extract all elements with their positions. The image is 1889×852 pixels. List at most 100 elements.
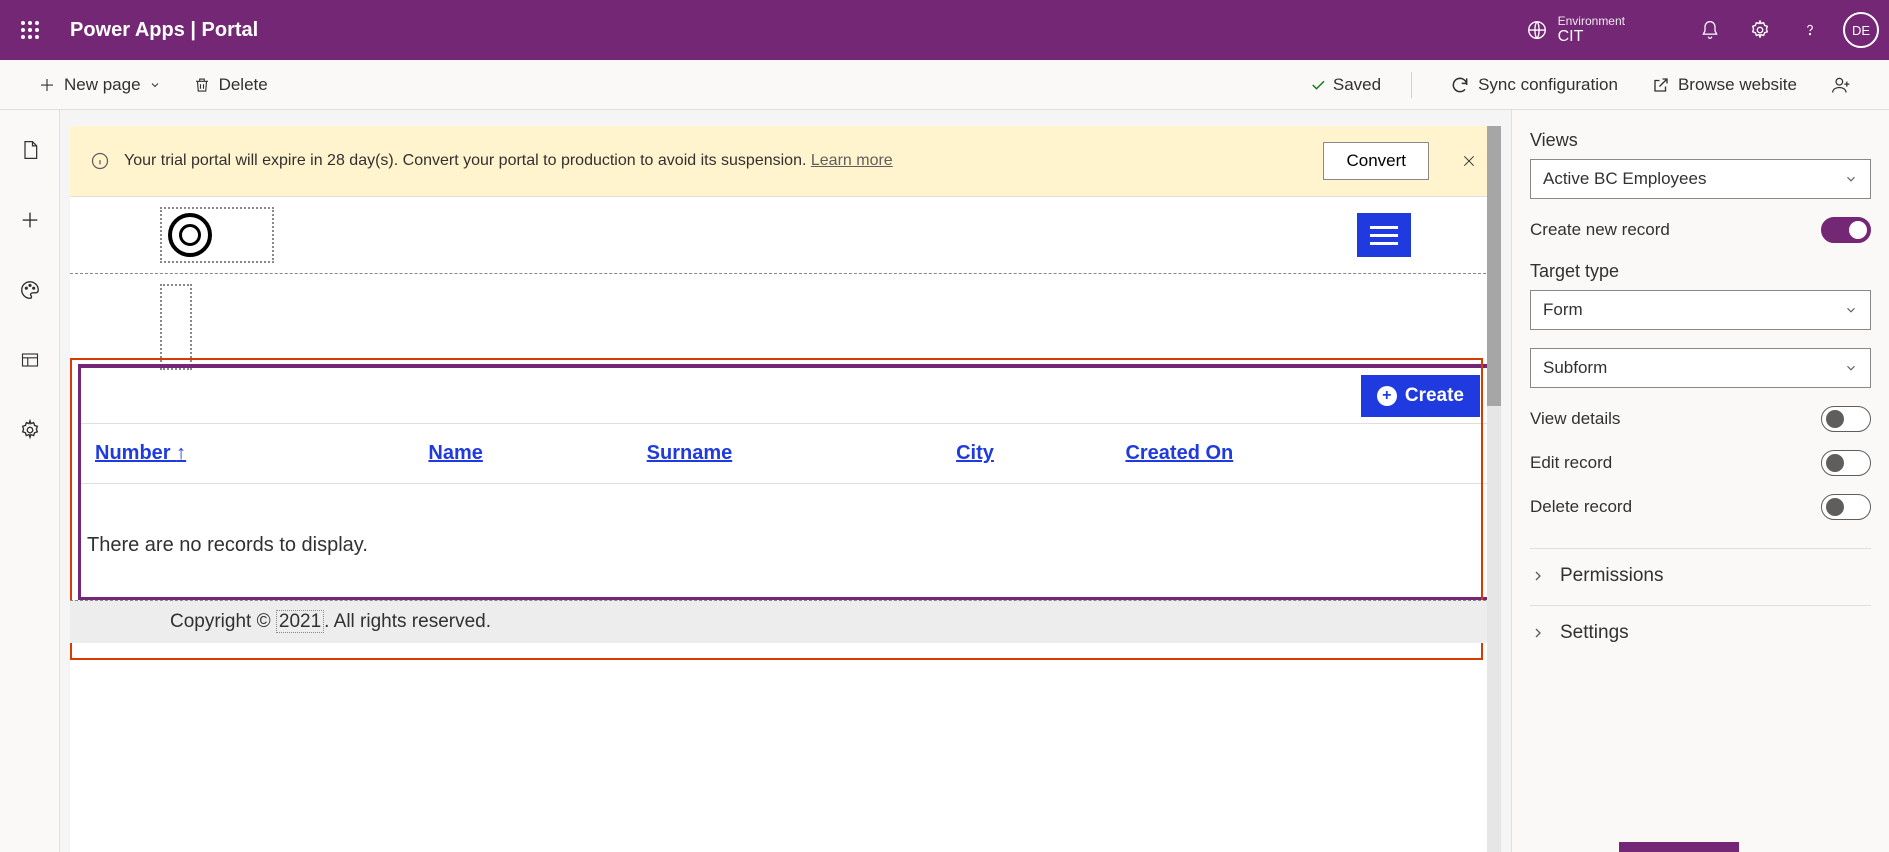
settings-accordion[interactable]: Settings	[1530, 605, 1871, 644]
subform-value: Subform	[1543, 358, 1607, 378]
layout-icon	[19, 351, 41, 369]
footer-suffix: . All rights reserved.	[324, 611, 491, 632]
portal-menu-button[interactable]	[1357, 213, 1411, 257]
column-placeholder[interactable]	[160, 284, 192, 370]
browse-website-button[interactable]: Browse website	[1644, 71, 1805, 99]
view-details-toggle[interactable]	[1821, 406, 1871, 432]
trial-learn-more-link[interactable]: Learn more	[811, 152, 893, 169]
rail-settings-button[interactable]	[10, 410, 50, 450]
plus-icon	[38, 76, 56, 94]
views-select[interactable]: Active BC Employees	[1530, 159, 1871, 199]
list-component[interactable]: + Create Number ↑ Name Surname City Crea…	[78, 364, 1493, 600]
rail-add-button[interactable]	[10, 200, 50, 240]
logo-placeholder[interactable]	[160, 207, 274, 263]
info-icon	[90, 151, 110, 171]
footer-year[interactable]: 2021	[276, 610, 324, 633]
rail-theme-button[interactable]	[10, 270, 50, 310]
create-new-record-label: Create new record	[1530, 220, 1670, 240]
new-page-button[interactable]: New page	[30, 71, 169, 99]
chevron-right-icon	[1530, 625, 1546, 641]
chevron-down-icon	[1844, 361, 1858, 375]
chevron-right-icon	[1530, 568, 1546, 584]
sync-config-label: Sync configuration	[1478, 75, 1618, 95]
col-surname[interactable]: Surname	[637, 424, 946, 484]
trial-message: Your trial portal will expire in 28 day(…	[124, 152, 1309, 170]
close-icon	[1461, 153, 1477, 169]
help-icon	[1803, 19, 1817, 41]
plus-icon	[19, 209, 41, 231]
table-header-row: Number ↑ Name Surname City Created On	[81, 424, 1490, 484]
environment-picker[interactable]: Environment CIT	[1526, 14, 1625, 46]
portal-header-section[interactable]	[70, 197, 1501, 274]
properties-panel: Views Active BC Employees Create new rec…	[1511, 110, 1889, 852]
settings-label: Settings	[1560, 622, 1629, 644]
trial-banner: Your trial portal will expire in 28 day(…	[70, 126, 1501, 197]
sync-config-button[interactable]: Sync configuration	[1442, 71, 1626, 99]
col-name[interactable]: Name	[418, 424, 636, 484]
app-launcher-button[interactable]	[10, 10, 50, 50]
col-city[interactable]: City	[946, 424, 1115, 484]
waffle-icon	[20, 20, 40, 40]
trial-close-button[interactable]	[1461, 153, 1481, 169]
product-title: Power Apps | Portal	[70, 19, 258, 42]
permissions-accordion[interactable]: Permissions	[1530, 548, 1871, 587]
rail-pages-button[interactable]	[10, 130, 50, 170]
canvas-scroll-thumb[interactable]	[1487, 126, 1501, 406]
design-canvas: Your trial portal will expire in 28 day(…	[60, 110, 1511, 852]
user-add-icon	[1831, 75, 1851, 95]
col-number[interactable]: Number ↑	[81, 424, 418, 484]
user-avatar[interactable]: DE	[1843, 12, 1879, 48]
bell-icon	[1700, 19, 1720, 41]
empty-content-section[interactable]	[70, 274, 1501, 364]
notifications-button[interactable]	[1685, 5, 1735, 55]
view-details-label: View details	[1530, 409, 1620, 429]
delete-button[interactable]: Delete	[185, 71, 276, 99]
environment-value: CIT	[1558, 28, 1625, 46]
new-page-label: New page	[64, 75, 141, 95]
chevron-down-icon	[1844, 303, 1858, 317]
settings-button[interactable]	[1735, 5, 1785, 55]
edit-record-label: Edit record	[1530, 453, 1612, 473]
target-type-select[interactable]: Form	[1530, 290, 1871, 330]
global-header: Power Apps | Portal Environment CIT DE	[0, 0, 1889, 60]
empty-records-message: There are no records to display.	[81, 484, 1490, 597]
permissions-label: Permissions	[1560, 565, 1663, 587]
subform-select[interactable]: Subform	[1530, 348, 1871, 388]
delete-record-label: Delete record	[1530, 497, 1632, 517]
trial-convert-button[interactable]: Convert	[1323, 142, 1429, 180]
plus-circle-icon: +	[1377, 386, 1397, 406]
views-select-value: Active BC Employees	[1543, 169, 1706, 189]
col-created-on[interactable]: Created On	[1115, 424, 1490, 484]
check-icon	[1309, 76, 1327, 94]
sort-asc-icon: ↑	[176, 442, 186, 464]
gear-icon	[19, 419, 41, 441]
palette-icon	[19, 279, 41, 301]
trash-icon	[193, 75, 211, 95]
target-type-value: Form	[1543, 300, 1583, 320]
create-record-button[interactable]: + Create	[1361, 375, 1480, 417]
save-status: Saved	[1309, 75, 1381, 95]
page-icon	[20, 138, 40, 162]
create-new-record-toggle[interactable]	[1821, 217, 1871, 243]
chevron-down-icon	[149, 79, 161, 91]
target-type-label: Target type	[1530, 261, 1871, 282]
logo-icon	[168, 213, 212, 257]
edit-record-toggle[interactable]	[1821, 450, 1871, 476]
delete-record-toggle[interactable]	[1821, 494, 1871, 520]
share-button[interactable]	[1823, 71, 1859, 99]
gear-icon	[1749, 19, 1771, 41]
chevron-down-icon	[1844, 172, 1858, 186]
help-button[interactable]	[1785, 5, 1835, 55]
external-link-icon	[1652, 76, 1670, 94]
environment-label: Environment	[1558, 14, 1625, 28]
portal-footer[interactable]: Copyright © 2021. All rights reserved.	[70, 600, 1501, 643]
create-button-label: Create	[1405, 385, 1464, 407]
refresh-icon	[1450, 75, 1470, 95]
records-table: Number ↑ Name Surname City Created On	[81, 424, 1490, 484]
rail-templates-button[interactable]	[10, 340, 50, 380]
list-toolbar: + Create	[81, 368, 1490, 424]
command-bar: New page Delete Saved Sync configuration…	[0, 60, 1889, 110]
views-label: Views	[1530, 130, 1871, 151]
save-status-text: Saved	[1333, 75, 1381, 95]
trial-message-text: Your trial portal will expire in 28 day(…	[124, 152, 811, 169]
